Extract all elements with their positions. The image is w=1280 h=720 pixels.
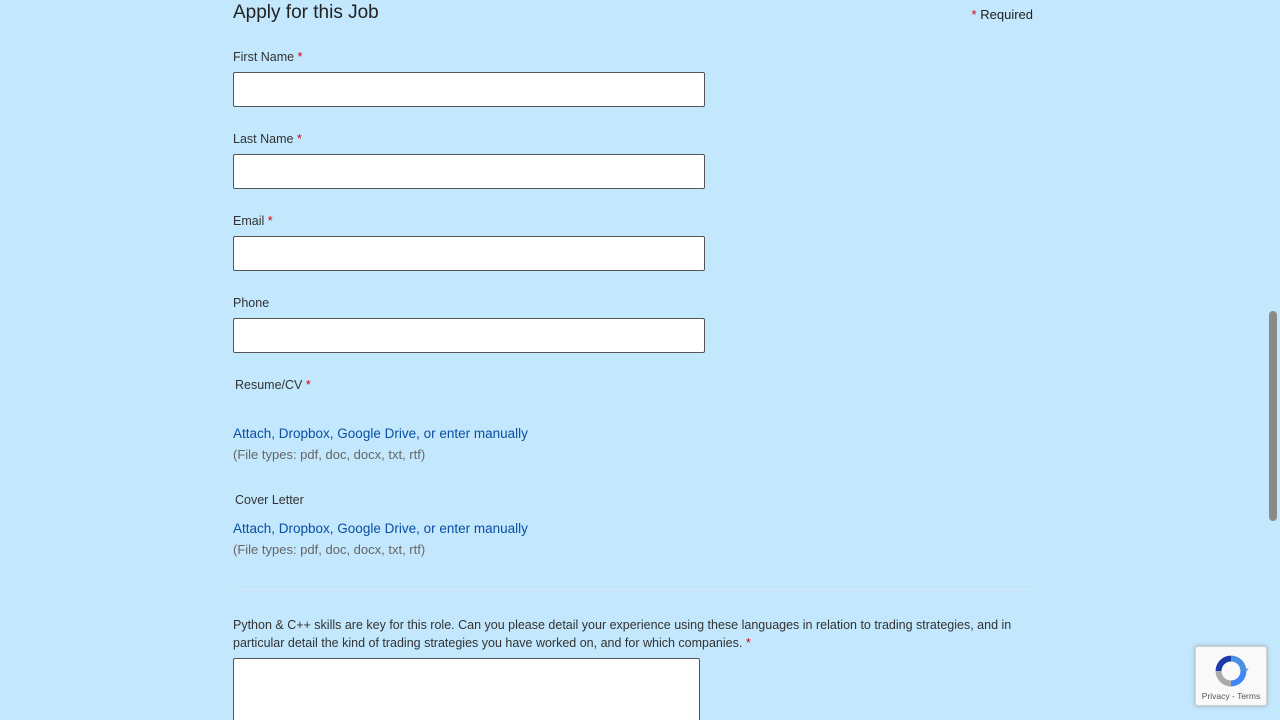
custom-question-label: Python & C++ skills are key for this rol… [233,616,1013,652]
recaptcha-terms-link[interactable]: Terms [1237,691,1260,701]
resume-label: Resume/CV * [235,378,311,392]
first-name-required-star: * [297,50,303,64]
email-required-star: * [267,214,273,228]
required-note: * Required [972,7,1033,22]
phone-input[interactable] [233,318,705,353]
required-star: * [971,7,977,22]
cover-letter-file-types: (File types: pdf, doc, docx, txt, rtf) [233,542,426,557]
first-name-input[interactable] [233,72,705,107]
resume-label-text: Resume/CV [235,378,303,392]
cover-letter-attach-link[interactable]: Attach, Dropbox, Google Drive, or enter … [233,521,528,536]
recaptcha-separator: - [1229,691,1238,701]
first-name-label: First Name * [233,50,302,64]
recaptcha-privacy-link[interactable]: Privacy [1202,691,1230,701]
required-note-text: Required [980,7,1033,22]
first-name-label-text: First Name [233,50,295,64]
last-name-input[interactable] [233,154,705,189]
recaptcha-links: Privacy - Terms [1196,691,1266,701]
email-label: Email * [233,214,273,228]
last-name-label: Last Name * [233,132,302,146]
section-divider [233,589,1033,590]
form-title: Apply for this Job [233,2,379,23]
resume-required-star: * [305,378,311,392]
recaptcha-badge[interactable]: Privacy - Terms [1195,646,1267,706]
scrollbar-thumb[interactable] [1269,311,1277,521]
resume-file-types: (File types: pdf, doc, docx, txt, rtf) [233,447,426,462]
form-header: Apply for this Job * Required [233,2,1033,28]
custom-question-textarea[interactable] [233,658,700,720]
last-name-label-text: Last Name [233,132,294,146]
scrollbar-track[interactable] [1265,0,1280,720]
email-input[interactable] [233,236,705,271]
resume-attach-link[interactable]: Attach, Dropbox, Google Drive, or enter … [233,426,528,441]
phone-label-text: Phone [233,296,270,310]
phone-label: Phone [233,296,269,310]
email-label-text: Email [233,214,265,228]
custom-question-text: Python & C++ skills are key for this rol… [233,618,1012,650]
last-name-required-star: * [296,132,302,146]
custom-question-required-star: * [745,636,751,650]
cover-letter-label: Cover Letter [235,493,304,507]
recaptcha-logo-icon [1215,655,1249,687]
page: Apply for this Job * Required First Name… [0,0,1280,720]
cover-letter-label-text: Cover Letter [235,493,304,507]
